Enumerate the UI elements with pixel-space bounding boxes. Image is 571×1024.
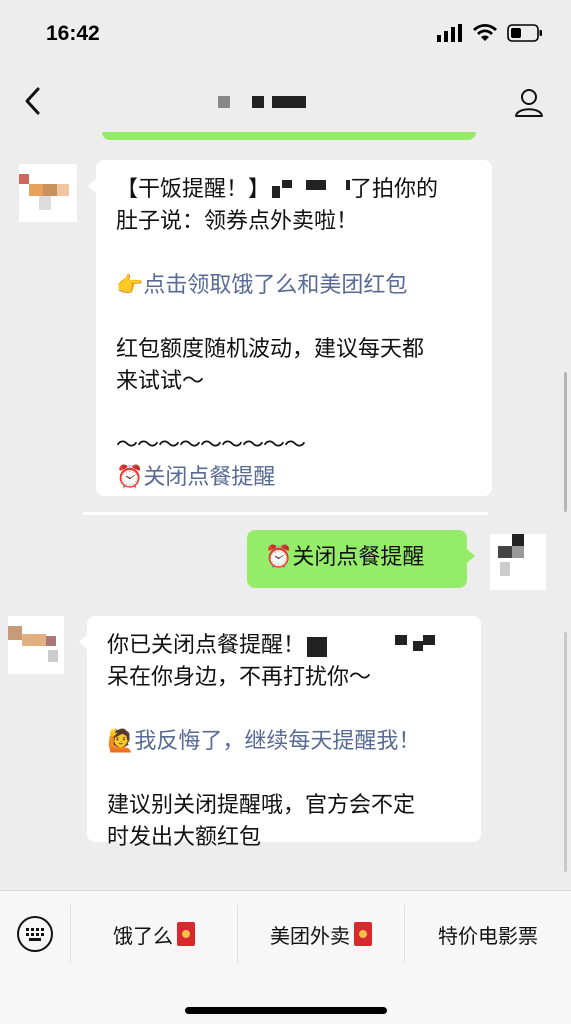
menu-item-movie-tickets[interactable]: 特价电影票	[405, 891, 571, 977]
battery-icon	[507, 24, 542, 42]
keyboard-toggle-button[interactable]	[0, 891, 70, 977]
red-envelope-icon	[177, 922, 195, 946]
incoming-message-bubble[interactable]: 【干饭提醒！】 了拍你的 肚子说：领券点外卖啦！ 👉点击领取饿了么和美团红包 红…	[88, 160, 492, 496]
divider	[83, 512, 488, 515]
message-line: 【干饭提醒！】 了拍你的	[116, 177, 439, 202]
alarm-clock-icon: ⏰	[265, 545, 293, 570]
resume-reminder-link[interactable]: 🙋我反悔了，继续每天提醒我！	[107, 726, 461, 758]
outgoing-message-bubble[interactable]: ⏰关闭点餐提醒	[247, 530, 475, 588]
home-indicator[interactable]	[185, 1007, 387, 1014]
raising-hand-icon: 🙋	[107, 729, 135, 754]
chat-area[interactable]: 【干饭提醒！】 了拍你的 肚子说：领券点外卖啦！ 👉点击领取饿了么和美团红包 红…	[0, 132, 571, 890]
alarm-clock-icon: ⏰	[116, 465, 144, 490]
pointing-hand-icon: 👉	[116, 273, 144, 298]
status-bar: 16:42	[0, 0, 571, 70]
incoming-message-bubble[interactable]: 你已关闭点餐提醒！ 呆在你身边，不再打扰你～ 🙋我反悔了，继续每天提醒我！ 建议…	[79, 616, 481, 850]
redacted-name	[305, 635, 436, 657]
profile-icon[interactable]	[513, 86, 545, 118]
status-icons	[437, 24, 543, 42]
cellular-signal-icon	[437, 24, 462, 42]
avatar[interactable]	[19, 164, 77, 222]
bottom-menu-bar: 饿了么 美团外卖 特价电影票	[0, 890, 571, 1024]
scrollbar-track	[564, 632, 567, 872]
menu-item-meituan[interactable]: 美团外卖	[238, 891, 404, 977]
nav-bar	[0, 70, 571, 132]
chat-title-redacted	[218, 94, 306, 110]
message-line: 你已关闭点餐提醒！	[107, 630, 461, 662]
status-time: 16:42	[46, 22, 100, 45]
scrollbar[interactable]	[564, 372, 567, 512]
back-arrow-icon[interactable]	[20, 84, 48, 118]
close-reminder-link[interactable]: ⏰关闭点餐提醒	[116, 462, 472, 494]
keyboard-icon	[17, 916, 53, 952]
redacted-name	[270, 180, 351, 200]
menu-item-eleme[interactable]: 饿了么	[71, 891, 237, 977]
avatar[interactable]	[8, 616, 64, 674]
avatar[interactable]	[490, 534, 546, 590]
red-envelope-icon	[354, 922, 372, 946]
previous-message-bubble	[102, 132, 476, 140]
claim-redpacket-link[interactable]: 👉点击领取饿了么和美团红包	[116, 270, 472, 302]
wifi-icon	[473, 24, 497, 41]
